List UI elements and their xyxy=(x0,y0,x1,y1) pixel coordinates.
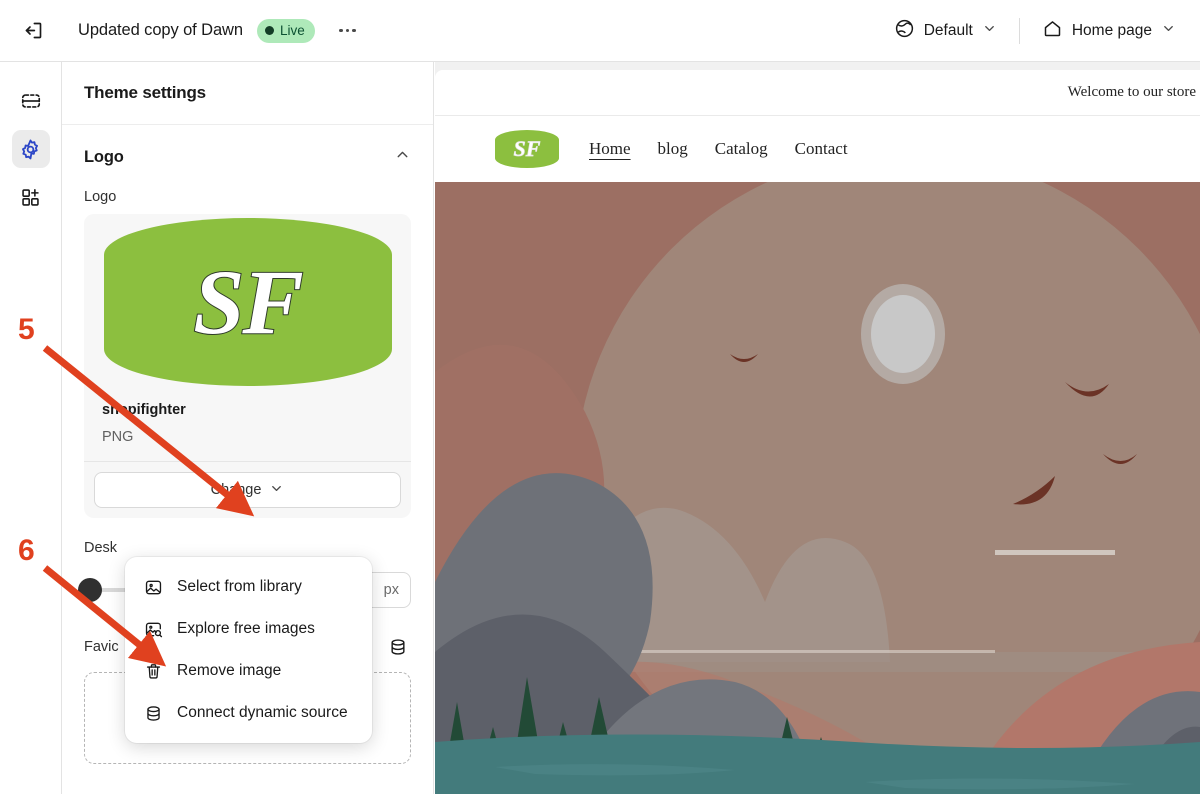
logo-section-header[interactable]: Logo xyxy=(62,125,433,189)
menu-item-label: Remove image xyxy=(177,662,282,679)
more-options-button[interactable] xyxy=(333,16,363,46)
logo-file-type: PNG xyxy=(102,429,134,445)
logo-image-text: SF xyxy=(192,250,305,354)
image-icon xyxy=(143,577,163,597)
trash-icon xyxy=(143,661,163,681)
menu-item-label: Explore free images xyxy=(177,620,315,637)
nav-link-home[interactable]: Home xyxy=(589,139,631,159)
logo-image-meta: shopifighter PNG xyxy=(84,390,411,461)
page-selector-label: Home page xyxy=(1071,21,1152,39)
change-button[interactable]: Change xyxy=(94,472,401,508)
change-button-label: Change xyxy=(210,482,262,498)
top-bar: Updated copy of Dawn Live Default Home p… xyxy=(0,0,1200,62)
store-nav-links: Home blog Catalog Contact xyxy=(589,139,848,159)
width-unit-label: px xyxy=(383,582,399,598)
nav-link-contact[interactable]: Contact xyxy=(795,139,848,159)
store-preview: Welcome to our store SF Home blog Catalo… xyxy=(435,62,1200,794)
store-preview-frame: Welcome to our store SF Home blog Catalo… xyxy=(435,70,1200,794)
sections-icon[interactable] xyxy=(12,82,50,120)
database-icon xyxy=(143,703,163,723)
logo-image-preview: SF xyxy=(84,214,411,390)
nav-link-blog[interactable]: blog xyxy=(658,139,688,159)
page-title: Theme settings xyxy=(84,83,206,102)
store-logo-text: SF xyxy=(513,136,541,162)
store-nav: SF Home blog Catalog Contact xyxy=(435,116,1200,182)
store-logo[interactable]: SF xyxy=(495,130,559,168)
icon-rail xyxy=(0,62,62,794)
image-search-icon xyxy=(143,619,163,639)
chevron-down-icon xyxy=(982,21,997,41)
menu-item-label: Select from library xyxy=(177,578,302,595)
width-slider-handle[interactable] xyxy=(78,578,102,602)
announcement-text: Welcome to our store xyxy=(1067,84,1196,100)
status-badge-label: Live xyxy=(279,23,305,38)
announcement-bar: Welcome to our store xyxy=(435,70,1200,116)
logo-card-footer: Change xyxy=(84,462,411,518)
exit-icon[interactable] xyxy=(16,14,50,48)
menu-item-explore-free-images[interactable]: Explore free images xyxy=(125,608,372,650)
locale-label: Default xyxy=(923,21,973,39)
chevron-up-icon[interactable] xyxy=(394,146,411,168)
top-bar-right: Default Home page xyxy=(884,0,1200,61)
chevron-down-icon xyxy=(1161,21,1176,41)
hero-image xyxy=(435,182,1200,794)
menu-item-label: Connect dynamic source xyxy=(177,704,348,721)
change-image-menu: Select from library Explore free images xyxy=(125,557,372,743)
hero-illustration xyxy=(435,182,1200,794)
database-icon[interactable] xyxy=(385,634,411,660)
menu-item-remove-image[interactable]: Remove image xyxy=(125,650,372,692)
page-selector[interactable]: Home page xyxy=(1032,12,1186,50)
menu-item-connect-dynamic-source[interactable]: Connect dynamic source xyxy=(125,692,372,734)
annotation-number-5: 5 xyxy=(18,313,35,346)
chevron-down-icon xyxy=(269,481,284,500)
logo-file-name: shopifighter xyxy=(102,402,186,418)
menu-item-select-from-library[interactable]: Select from library xyxy=(125,566,372,608)
nav-link-catalog[interactable]: Catalog xyxy=(715,139,768,159)
apps-icon[interactable] xyxy=(12,178,50,216)
gear-icon[interactable] xyxy=(11,130,50,168)
globe-icon xyxy=(894,18,915,44)
locale-selector[interactable]: Default xyxy=(884,12,1007,50)
desktop-logo-width-label: Desk xyxy=(84,540,118,556)
theme-editor-screen: Updated copy of Dawn Live Default Home p… xyxy=(0,0,1200,794)
logo-image: SF xyxy=(103,218,392,386)
theme-title: Updated copy of Dawn xyxy=(78,21,243,39)
favicon-label: Favic xyxy=(84,639,119,655)
divider xyxy=(1018,17,1020,44)
logo-image-card: SF shopifighter PNG Change xyxy=(84,214,411,518)
logo-section-title: Logo xyxy=(84,147,124,166)
panel-header: Theme settings xyxy=(62,62,433,125)
home-icon xyxy=(1042,18,1063,44)
status-dot xyxy=(264,26,274,35)
status-badge: Live xyxy=(256,18,315,43)
logo-field-label: Logo xyxy=(84,189,117,205)
annotation-number-6: 6 xyxy=(18,534,35,567)
